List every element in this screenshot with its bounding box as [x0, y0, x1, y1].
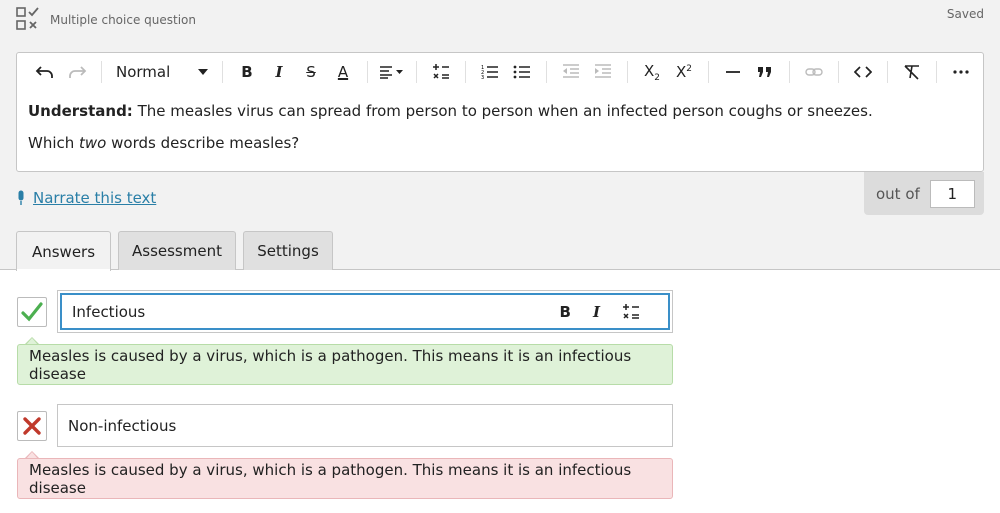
- prompt-emphasis: two: [79, 134, 107, 152]
- toolbar-divider: [887, 61, 888, 83]
- prompt-text-end: words describe measles?: [106, 134, 300, 152]
- question-text-area[interactable]: Understand: The measles virus can spread…: [28, 101, 972, 165]
- undo-button[interactable]: [31, 58, 59, 86]
- feedback-text: Measles is caused by a virus, which is a…: [29, 346, 632, 383]
- blockquote-button[interactable]: [751, 58, 779, 86]
- statement-text: The measles virus can spread from person…: [132, 102, 873, 120]
- question-prompt: Which two words describe measles?: [28, 133, 972, 153]
- superscript-button[interactable]: X2: [670, 58, 698, 86]
- align-button[interactable]: [378, 58, 406, 86]
- answer-toolbar: B I: [560, 295, 640, 328]
- incorrect-feedback[interactable]: Measles is caused by a virus, which is a…: [17, 458, 673, 499]
- redo-button[interactable]: [63, 58, 91, 86]
- math-icon: [433, 64, 449, 79]
- chevron-down-icon: [198, 69, 208, 75]
- math-button[interactable]: [427, 58, 455, 86]
- svg-text:3: 3: [481, 75, 484, 80]
- feedback-text: Measles is caused by a virus, which is a…: [29, 460, 632, 497]
- tab-label: Assessment: [132, 242, 222, 260]
- redo-icon: [69, 66, 87, 78]
- toolbar-divider: [546, 61, 547, 83]
- bold-icon: B: [241, 63, 253, 81]
- subscript-button[interactable]: X2: [638, 58, 666, 86]
- statement-heading: Understand:: [28, 102, 133, 120]
- multiple-choice-icon: [16, 7, 39, 30]
- numbered-list-icon: 123: [481, 65, 498, 80]
- paragraph-format-value: Normal: [116, 63, 171, 81]
- align-left-icon: [380, 66, 403, 79]
- answer-text: Infectious: [72, 302, 146, 321]
- toolbar-divider: [101, 61, 102, 83]
- answer-input-wrapper: Infectious B I: [57, 290, 673, 333]
- subscript-icon: X2: [643, 61, 660, 83]
- score-panel: out of: [864, 172, 984, 215]
- bold-button[interactable]: B: [560, 303, 571, 321]
- more-options-button[interactable]: [947, 58, 975, 86]
- bullet-list-button[interactable]: [508, 58, 536, 86]
- italic-button[interactable]: I: [265, 58, 293, 86]
- answer-input[interactable]: Infectious B I: [60, 293, 670, 330]
- code-icon: [854, 66, 872, 78]
- toolbar-divider: [789, 61, 790, 83]
- italic-button[interactable]: I: [593, 303, 600, 321]
- strikethrough-button[interactable]: S: [297, 58, 325, 86]
- text-color-button[interactable]: A: [329, 58, 357, 86]
- clear-formatting-button[interactable]: [898, 58, 926, 86]
- prompt-text: Which: [28, 134, 80, 152]
- toolbar-divider: [708, 61, 709, 83]
- horizontal-rule-icon: [726, 71, 740, 73]
- indent-button[interactable]: [589, 58, 617, 86]
- toolbar-divider: [465, 61, 466, 83]
- superscript-icon: X2: [675, 63, 692, 81]
- active-tab-indicator: [17, 269, 110, 271]
- math-icon[interactable]: [622, 303, 640, 321]
- link-button[interactable]: [800, 58, 828, 86]
- bullet-list-icon: [513, 65, 530, 79]
- link-icon: [805, 68, 823, 76]
- toolbar-divider: [222, 61, 223, 83]
- quote-icon: [758, 67, 771, 77]
- tab-label: Settings: [257, 242, 319, 260]
- bold-button[interactable]: B: [233, 58, 261, 86]
- toolbar-divider: [367, 61, 368, 83]
- narrate-label: Narrate this text: [33, 189, 157, 207]
- microphone-icon: [18, 190, 24, 205]
- outdent-icon: [563, 64, 579, 78]
- question-type-label: Multiple choice question: [50, 13, 196, 27]
- score-label: out of: [876, 184, 920, 203]
- answer-text: Non-infectious: [68, 416, 177, 435]
- editor-toolbar: Normal B I S A 123 X2 X2: [17, 53, 983, 91]
- question-editor: Normal B I S A 123 X2 X2 Understand: The…: [16, 52, 984, 172]
- paragraph-format-select[interactable]: Normal: [110, 58, 214, 86]
- answer-input[interactable]: Non-infectious: [57, 404, 673, 447]
- numbered-list-button[interactable]: 123: [476, 58, 504, 86]
- tab-assessment[interactable]: Assessment: [118, 231, 236, 270]
- clear-formatting-icon: [904, 65, 919, 80]
- question-statement: Understand: The measles virus can spread…: [28, 101, 972, 121]
- correct-feedback[interactable]: Measles is caused by a virus, which is a…: [17, 344, 673, 385]
- checkmark-icon: [21, 302, 43, 322]
- outdent-button[interactable]: [557, 58, 585, 86]
- horizontal-rule-button[interactable]: [719, 58, 747, 86]
- narrate-link[interactable]: Narrate this text: [16, 189, 156, 207]
- save-status: Saved: [946, 7, 984, 21]
- tab-settings[interactable]: Settings: [243, 231, 333, 270]
- more-icon: [953, 70, 969, 74]
- strikethrough-icon: S: [306, 63, 316, 81]
- score-input[interactable]: [929, 179, 975, 208]
- indent-icon: [595, 64, 611, 78]
- incorrect-toggle[interactable]: [17, 411, 47, 441]
- cross-icon: [23, 417, 41, 435]
- undo-icon: [35, 66, 53, 78]
- text-color-icon: A: [337, 63, 349, 81]
- toolbar-divider: [838, 61, 839, 83]
- toolbar-divider: [936, 61, 937, 83]
- toolbar-divider: [416, 61, 417, 83]
- toolbar-divider: [627, 61, 628, 83]
- tab-answers[interactable]: Answers: [16, 231, 111, 271]
- italic-icon: I: [275, 63, 283, 81]
- correct-toggle[interactable]: [17, 297, 47, 327]
- code-button[interactable]: [849, 58, 877, 86]
- tab-label: Answers: [31, 242, 96, 261]
